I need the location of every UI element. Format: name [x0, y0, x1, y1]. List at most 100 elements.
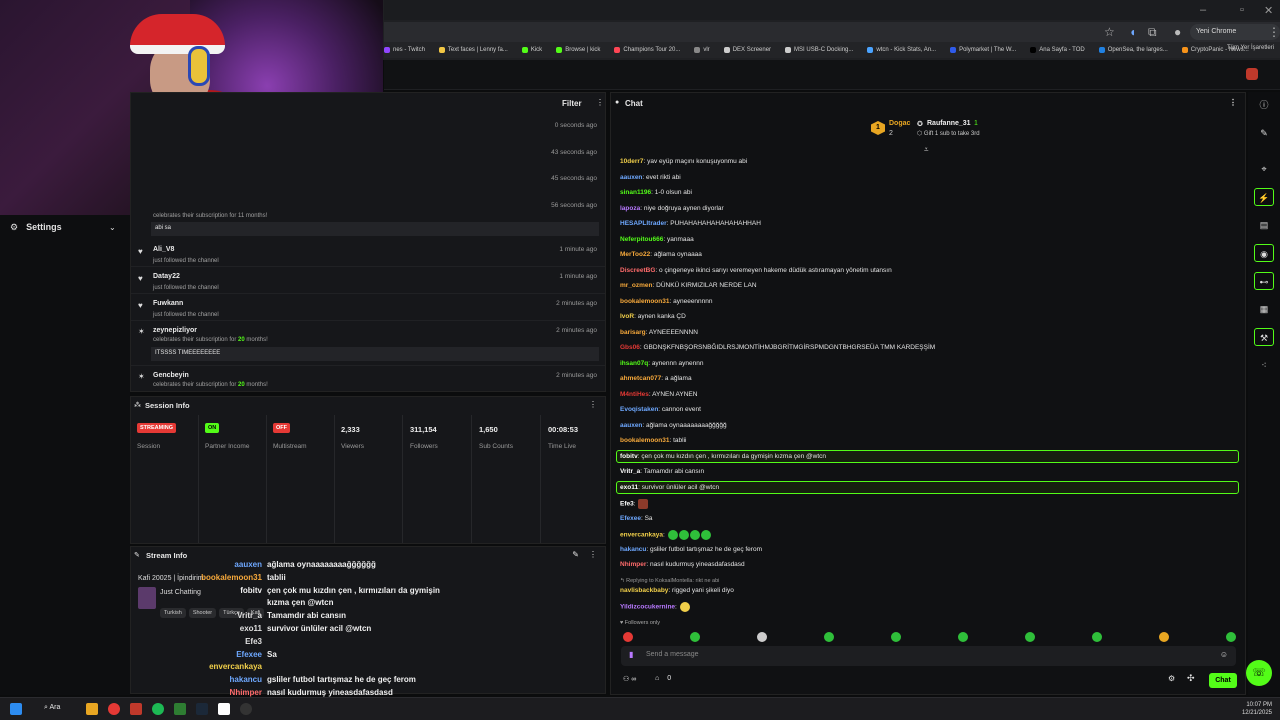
wrench-icon[interactable]: ⚒: [1254, 328, 1274, 346]
steam-icon[interactable]: [196, 703, 208, 715]
bookmark-item[interactable]: Browse | kick: [556, 47, 600, 53]
activity-user[interactable]: zeynepizliyor: [153, 327, 197, 334]
emote[interactable]: [1159, 632, 1169, 642]
chat-username[interactable]: barisarg: [620, 329, 646, 336]
chat-username[interactable]: bookalemoon31: [620, 437, 669, 444]
star-icon[interactable]: ☆: [1104, 25, 1115, 39]
more-icon[interactable]: ⋮: [1229, 98, 1237, 107]
chat-username[interactable]: ahmetcan077: [620, 375, 661, 382]
bookmark-item[interactable]: wtcn - Kick Stats, An...: [867, 47, 936, 53]
send-chat-button[interactable]: Chat: [1209, 673, 1237, 688]
chat-username[interactable]: Evoqistaken: [620, 406, 658, 413]
chat-username[interactable]: exo11: [620, 484, 638, 491]
all-bookmarks[interactable]: Tüm Yer İşaretleri: [1227, 45, 1274, 51]
emote[interactable]: [1025, 632, 1035, 642]
close-button[interactable]: ✕: [1264, 4, 1273, 17]
more-icon[interactable]: ⋮: [589, 400, 597, 409]
mic-icon[interactable]: ▮: [629, 650, 633, 659]
emote[interactable]: [824, 632, 834, 642]
crosshair-icon[interactable]: ⌖: [1254, 160, 1274, 178]
chat-username[interactable]: bookalemoon31: [620, 298, 669, 305]
bookmark-item[interactable]: Polymarket | The W...: [950, 47, 1016, 53]
extensions-icon[interactable]: ⧉: [1148, 25, 1157, 40]
activity-user[interactable]: Datay22: [153, 273, 180, 280]
chrome-icon[interactable]: [108, 703, 120, 715]
chat-input[interactable]: ▮ Send a message ☺: [621, 646, 1236, 666]
chat-username[interactable]: Efexee: [620, 515, 641, 522]
bookmark-item[interactable]: nes - Twitch: [384, 47, 425, 53]
chat-username[interactable]: hakancu: [620, 546, 646, 553]
chat-username[interactable]: Vritr_a: [620, 468, 640, 475]
emote[interactable]: [958, 632, 968, 642]
lightning-icon[interactable]: ⚡: [1254, 188, 1274, 206]
spotify-icon[interactable]: [152, 703, 164, 715]
emote[interactable]: [1226, 632, 1236, 642]
pencil-icon[interactable]: ✎: [1254, 124, 1274, 142]
activity-user[interactable]: Ali_V8: [153, 246, 174, 253]
activity-user[interactable]: Gencbeyin: [153, 372, 189, 379]
chat-username[interactable]: ihsan07q: [620, 360, 648, 367]
document-icon[interactable]: ▤: [1254, 216, 1274, 234]
bookmark-item[interactable]: Text faces | Lenny fa...: [438, 47, 508, 53]
filter-button[interactable]: Filter: [562, 99, 582, 108]
chat-username[interactable]: lvoR: [620, 313, 634, 320]
server-icon[interactable]: ▦: [1254, 300, 1274, 318]
bookmark-item[interactable]: vlr: [694, 47, 710, 53]
xbox-icon[interactable]: [174, 703, 186, 715]
bookmark-item[interactable]: Champions Tour 20...: [614, 47, 680, 53]
minimize-button[interactable]: –: [1200, 4, 1206, 16]
emote[interactable]: [891, 632, 901, 642]
chat-username[interactable]: M4ntiHes: [620, 391, 649, 398]
chat-username[interactable]: MerToo22: [620, 251, 650, 258]
chat-username[interactable]: Yildizcocukernine: [620, 604, 675, 611]
chat-username[interactable]: fobitv: [620, 453, 638, 460]
chat-username[interactable]: Nhimper: [620, 561, 646, 568]
chrome-update-pill[interactable]: Yeni Chrome kullanılabilir: [1190, 24, 1280, 51]
emoji-icon[interactable]: ☺: [1220, 650, 1228, 659]
leader-name[interactable]: Raufanne_31: [927, 120, 971, 127]
chat-username[interactable]: DiscreetBG: [620, 267, 655, 274]
chat-username[interactable]: aauxen: [620, 174, 642, 181]
maximize-button[interactable]: ▫: [1240, 4, 1244, 16]
chat-username[interactable]: 10derr7: [620, 158, 644, 165]
bookmark-item[interactable]: OpenSea, the larges...: [1098, 47, 1168, 53]
chevron-down-icon[interactable]: ⩡: [924, 145, 929, 155]
chat-icon[interactable]: ◉: [1254, 244, 1274, 262]
chat-username[interactable]: mr_ozmen: [620, 282, 653, 289]
obs-icon[interactable]: [240, 703, 252, 715]
help-chat-button[interactable]: ☏: [1246, 660, 1272, 686]
gear-icon[interactable]: ⚙: [1168, 674, 1175, 683]
app-icon[interactable]: [130, 703, 142, 715]
chat-username[interactable]: Gbs06: [620, 344, 640, 351]
activity-user[interactable]: Fuwkann: [153, 300, 183, 307]
apps-icon[interactable]: ⁖: [1254, 356, 1274, 374]
chat-username[interactable]: Neferpitou666: [620, 236, 663, 243]
audio-icon[interactable]: ◖: [1129, 25, 1136, 39]
chat-username[interactable]: sinan1196: [620, 189, 651, 196]
chevron-down-icon[interactable]: ⌄: [109, 223, 116, 232]
emote[interactable]: [623, 632, 633, 642]
system-tray[interactable]: 10:07 PM 12/21/2025: [1242, 701, 1272, 717]
windows-start-icon[interactable]: [10, 703, 22, 715]
file-explorer-icon[interactable]: [86, 703, 98, 715]
info-icon[interactable]: ⓘ: [1254, 96, 1274, 114]
more-icon[interactable]: ⋮: [589, 550, 597, 559]
chat-username[interactable]: aauxen: [620, 422, 642, 429]
chat-username[interactable]: envercankaya: [620, 532, 663, 539]
chat-username[interactable]: HESAPLItrader: [620, 220, 667, 227]
kick-logo-icon[interactable]: [1246, 68, 1258, 80]
edit-icon[interactable]: ✎: [572, 550, 579, 559]
broadcast-icon[interactable]: ⊷: [1254, 272, 1274, 290]
leader-name[interactable]: Dogac: [889, 120, 910, 127]
bookmark-item[interactable]: DEX Screener: [723, 47, 771, 53]
emote[interactable]: [757, 632, 767, 642]
bookmark-item[interactable]: MSI USB-C Docking...: [785, 47, 853, 53]
profile-avatar[interactable]: ●: [1174, 25, 1181, 39]
store-count[interactable]: ⌂ 0: [655, 675, 671, 682]
app-icon[interactable]: [218, 703, 230, 715]
emote[interactable]: [690, 632, 700, 642]
bookmark-item[interactable]: Kick: [521, 47, 542, 53]
settings-item[interactable]: ⚙ Settings ⌄: [0, 218, 128, 236]
chat-username[interactable]: navlisbackbaby: [620, 587, 668, 594]
bookmark-item[interactable]: Ana Sayfa - TOD: [1030, 47, 1085, 53]
